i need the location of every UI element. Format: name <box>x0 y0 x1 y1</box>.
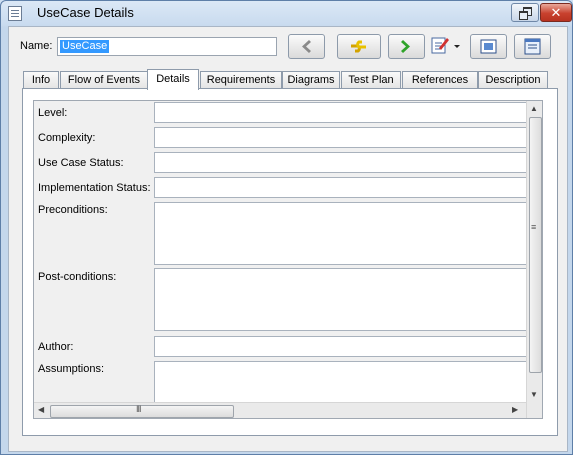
preconditions-label: Preconditions: <box>38 204 108 216</box>
details-panel: Level: Complexity: Use Case Status: Impl… <box>22 88 558 436</box>
forward-button[interactable] <box>388 34 425 59</box>
restore-icon-front <box>519 11 528 20</box>
window-layout-button[interactable] <box>514 34 551 59</box>
back-button[interactable] <box>288 34 325 59</box>
post-conditions-label: Post-conditions: <box>38 271 117 283</box>
window-layout-icon <box>524 38 541 55</box>
horizontal-scrollbar[interactable]: ◀ III ▶ <box>34 402 526 418</box>
tab-flow-of-events[interactable]: Flow of Events <box>60 71 148 89</box>
link-button[interactable] <box>337 34 381 59</box>
vertical-scroll-thumb[interactable] <box>529 117 542 373</box>
close-icon: ✕ <box>550 5 562 20</box>
use-case-status-label: Use Case Status: <box>38 157 124 169</box>
complexity-label: Complexity: <box>38 132 96 144</box>
horizontal-scroll-thumb[interactable] <box>50 405 234 418</box>
name-label: Name: <box>20 40 53 52</box>
tab-info[interactable]: Info <box>23 71 59 89</box>
dialog-body: Name: UseCase Info Flow of Events Detail… <box>8 26 568 452</box>
properties-icon <box>431 37 460 54</box>
tab-diagrams[interactable]: Diagrams <box>282 71 340 89</box>
tab-details[interactable]: Details <box>147 69 199 90</box>
name-input[interactable]: UseCase <box>57 37 277 56</box>
vertical-grip-icon: ≡ <box>531 222 537 232</box>
scroll-left-icon[interactable]: ◀ <box>38 405 44 414</box>
tab-description[interactable]: Description <box>478 71 548 89</box>
author-field[interactable] <box>154 336 536 357</box>
window-title: UseCase Details <box>37 5 134 20</box>
back-arrow-icon <box>302 40 311 53</box>
tab-requirements[interactable]: Requirements <box>200 71 282 89</box>
fit-window-icon <box>480 39 497 54</box>
level-label: Level: <box>38 107 68 119</box>
name-value: UseCase <box>60 40 110 53</box>
level-field[interactable] <box>154 102 536 123</box>
use-case-status-field[interactable] <box>154 152 536 173</box>
usecase-details-window: UseCase Details ✕ Name: UseCase Info Flo… <box>0 0 573 455</box>
document-icon <box>8 6 22 21</box>
scroll-up-icon[interactable]: ▲ <box>530 104 538 113</box>
properties-dropdown[interactable] <box>428 35 462 57</box>
scroll-down-icon[interactable]: ▼ <box>530 390 538 399</box>
details-scroll-area: Level: Complexity: Use Case Status: Impl… <box>33 100 543 419</box>
complexity-field[interactable] <box>154 127 536 148</box>
preconditions-field[interactable] <box>154 202 536 265</box>
fit-window-button[interactable] <box>470 34 507 59</box>
vertical-scrollbar[interactable]: ▲ ≡ ▼ <box>526 101 542 418</box>
post-conditions-field[interactable] <box>154 268 536 331</box>
forward-arrow-icon <box>401 40 410 53</box>
assumptions-label: Assumptions: <box>38 363 105 375</box>
implementation-status-field[interactable] <box>154 177 536 198</box>
restore-button[interactable] <box>511 3 539 22</box>
tab-test-plan[interactable]: Test Plan <box>341 71 401 89</box>
horizontal-grip-icon: III <box>136 404 141 414</box>
close-button[interactable]: ✕ <box>540 3 572 22</box>
author-label: Author: <box>38 341 74 353</box>
implementation-status-label: Implementation Status: <box>38 182 151 194</box>
scroll-right-icon[interactable]: ▶ <box>512 405 518 414</box>
link-icon <box>351 40 366 53</box>
tab-references[interactable]: References <box>402 71 478 89</box>
title-bar[interactable]: UseCase Details ✕ <box>1 1 572 25</box>
